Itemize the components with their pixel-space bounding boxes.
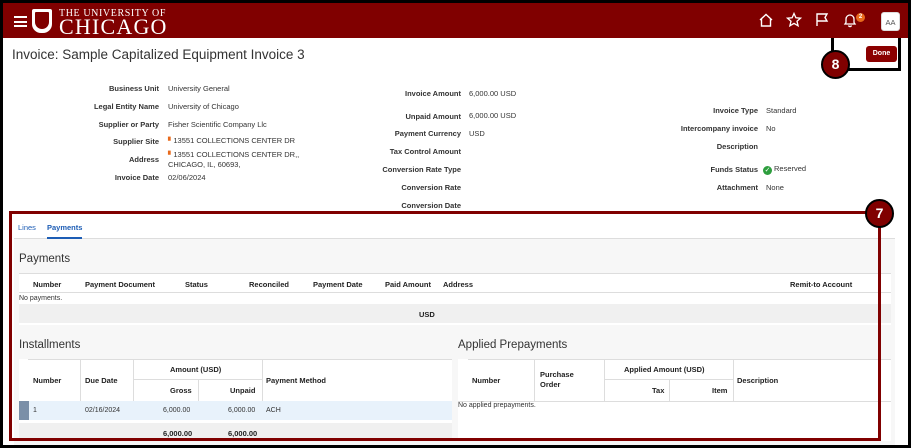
value-invoice-amount: 6,000.00 USD [469, 89, 517, 98]
label-supplier-site: Supplier Site [113, 137, 159, 146]
payments-section-highlight [9, 211, 881, 441]
label-supplier: Supplier or Party [98, 120, 159, 129]
value-attachment: None [766, 183, 784, 192]
value-business-unit: University General [168, 84, 230, 93]
label-invoice-date: Invoice Date [114, 173, 159, 182]
value-legal-entity: University of Chicago [168, 102, 239, 111]
value-funds-status: ✓ Reserved [763, 164, 806, 175]
label-invoice-amount: Invoice Amount [405, 89, 461, 98]
label-conversion-date: Conversion Date [401, 201, 461, 210]
flag-icon[interactable] [814, 12, 830, 28]
star-icon[interactable] [786, 12, 802, 28]
logo-main-text[interactable]: CHICAGO [59, 16, 168, 38]
done-button[interactable]: Done [866, 46, 897, 62]
supplier-site-text: 13551 COLLECTIONS CENTER DR [173, 136, 296, 145]
value-supplier: Fisher Scientific Company Llc [168, 120, 267, 129]
home-icon[interactable] [758, 12, 774, 28]
funds-status-text: Reserved [774, 164, 807, 173]
callout-8: 8 [821, 50, 850, 79]
notification-badge: 2 [856, 13, 865, 22]
label-conversion-rate: Conversion Rate [401, 183, 461, 192]
label-legal-entity: Legal Entity Name [93, 102, 159, 111]
address-line1: 13551 COLLECTIONS CENTER DR,, [173, 150, 300, 159]
value-invoice-type: Standard [766, 106, 797, 115]
label-intercompany: Intercompany invoice [680, 124, 758, 133]
value-invoice-date: 02/06/2024 [168, 173, 206, 182]
callout-7: 7 [865, 199, 894, 228]
check-circle-icon: ✓ [763, 166, 772, 175]
label-invoice-type: Invoice Type [713, 106, 758, 115]
address-line2: CHICAGO, IL, 60693, [168, 160, 241, 169]
label-attachment: Attachment [716, 183, 758, 192]
label-description: Description [716, 142, 758, 151]
page-title: Invoice: Sample Capitalized Equipment In… [12, 47, 305, 62]
user-avatar[interactable]: AA [881, 12, 900, 31]
label-funds-status: Funds Status [710, 165, 758, 174]
label-conversion-rate-type: Conversion Rate Type [382, 165, 461, 174]
label-business-unit: Business Unit [108, 84, 159, 93]
value-intercompany: No [766, 124, 776, 133]
label-unpaid-amount: Unpaid Amount [405, 112, 461, 121]
hamburger-icon[interactable] [14, 16, 27, 30]
top-bar: THE UNIVERSITY OF CHICAGO 2 AA [3, 3, 908, 38]
label-payment-currency: Payment Currency [394, 129, 461, 138]
value-payment-currency: USD [469, 129, 485, 138]
value-supplier-site: ▘13551 COLLECTIONS CENTER DR [168, 136, 295, 145]
value-unpaid-amount: 6,000.00 USD [469, 111, 517, 120]
label-tax-control: Tax Control Amount [389, 147, 461, 156]
value-address: ▘13551 COLLECTIONS CENTER DR,, CHICAGO, … [168, 150, 299, 169]
label-address: Address [128, 155, 159, 164]
university-shield-logo [32, 9, 52, 33]
